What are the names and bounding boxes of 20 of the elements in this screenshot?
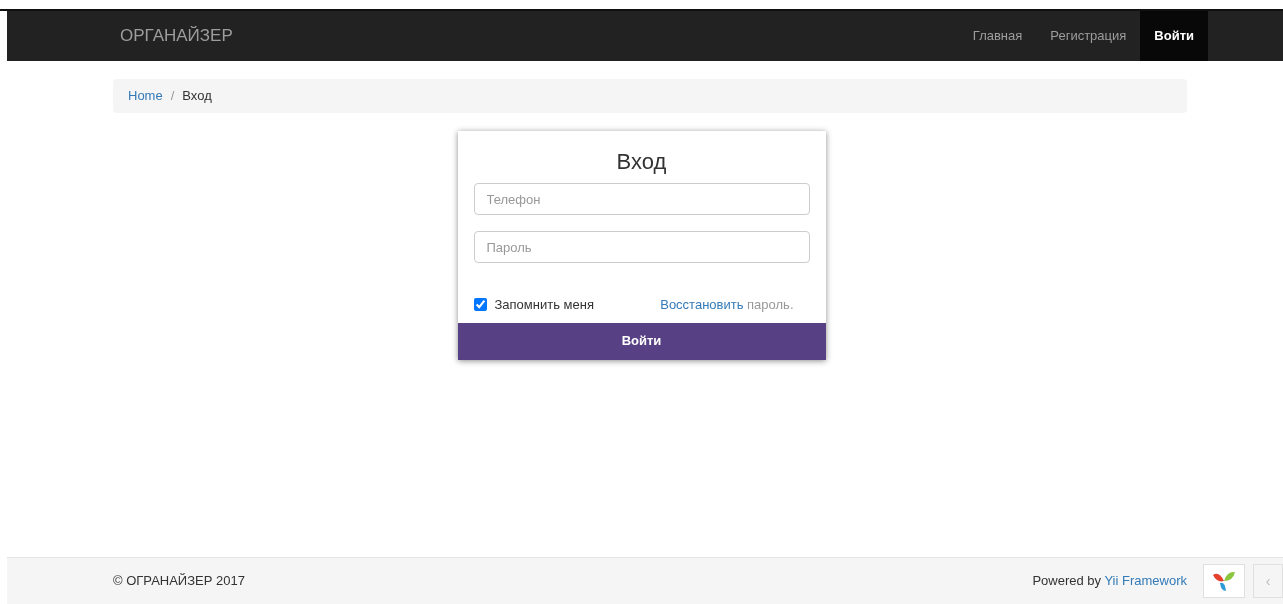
checkbox-label: Запомнить меня — [494, 296, 594, 314]
breadcrumb-link[interactable]: Home — [128, 86, 163, 106]
input-field[interactable]: Пароль — [473, 231, 810, 263]
brand-logo[interactable]: ОРГАНАЙЗЕР — [120, 23, 233, 49]
nav-link[interactable]: Главная — [958, 11, 1037, 61]
debug-toolbar-logo[interactable] — [1203, 564, 1245, 598]
leaf-logo-icon — [1211, 569, 1237, 593]
copyright-text: © ОГРАНАЙЗЕР 2017 — [113, 572, 245, 591]
nav-link[interactable]: Войти — [1140, 11, 1208, 61]
powered-by-text: Powered by Yii Framework — [1032, 572, 1187, 591]
breadcrumb-separator: / — [169, 87, 176, 106]
login-button[interactable]: Войти — [457, 322, 826, 360]
recover-password-text: Восстановить пароль. — [660, 296, 794, 314]
framework-link[interactable]: Yii Framework — [1104, 573, 1187, 589]
login-title: Вход — [615, 148, 668, 175]
remember-checkbox[interactable] — [473, 298, 487, 312]
recover-link[interactable]: Восстановить — [660, 297, 744, 312]
breadcrumb-current: Вход — [182, 87, 212, 106]
nav-link[interactable]: Регистрация — [1036, 11, 1141, 61]
input-field[interactable]: Телефон — [473, 183, 810, 215]
